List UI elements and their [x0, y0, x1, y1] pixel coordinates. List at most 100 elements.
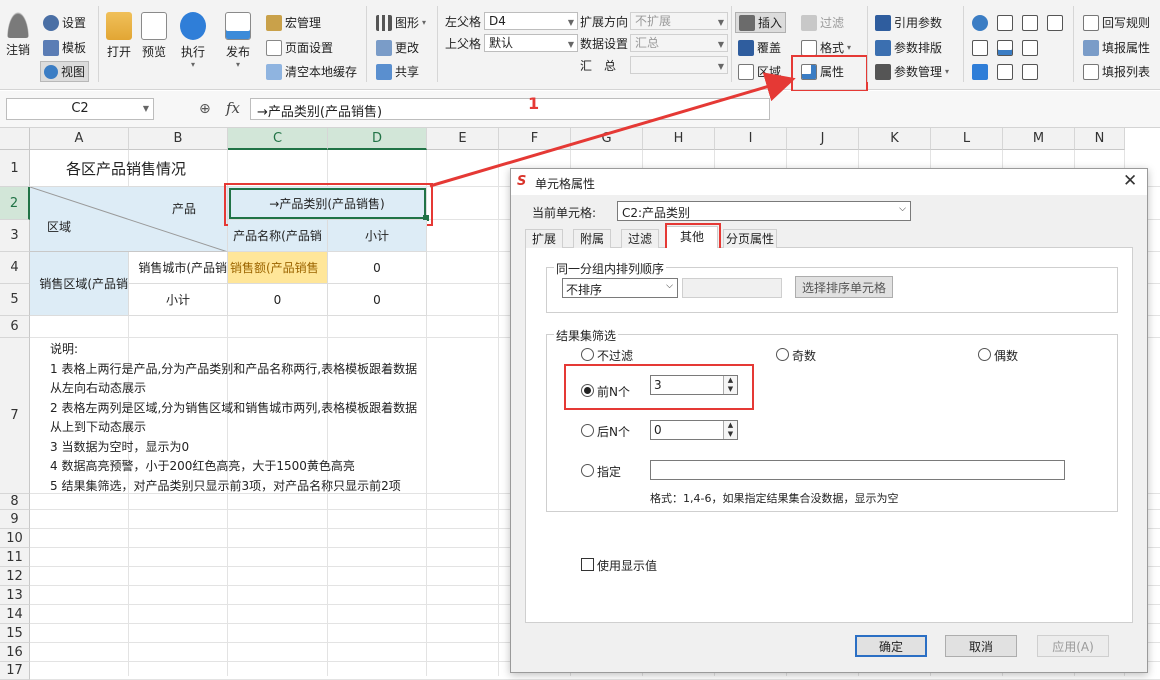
bubble-icon[interactable]: [972, 15, 988, 31]
formula-input[interactable]: →产品类别(产品销售): [250, 98, 770, 120]
column-header-l[interactable]: L: [931, 128, 1003, 150]
macro-button[interactable]: 宏管理: [266, 14, 321, 31]
text-widget-icon[interactable]: [1022, 64, 1038, 80]
radio-no-filter[interactable]: [581, 348, 594, 361]
row-header-16[interactable]: 16: [0, 643, 30, 662]
param-layout-button[interactable]: 参数排版: [875, 39, 942, 56]
row-header-14[interactable]: 14: [0, 605, 30, 624]
sort-order-select[interactable]: 不排序 ⌵: [562, 278, 678, 298]
settings-button[interactable]: 设置: [43, 14, 86, 31]
column-header-b[interactable]: B: [129, 128, 228, 150]
row-header-12[interactable]: 12: [0, 567, 30, 586]
tab-expand[interactable]: 扩展: [525, 229, 563, 248]
view-button[interactable]: 视图: [40, 61, 90, 82]
cell-c4[interactable]: 销售额(产品销售: [228, 252, 328, 284]
row-header-17[interactable]: 17: [0, 662, 30, 680]
specify-input[interactable]: [650, 460, 1065, 480]
column-header-e[interactable]: E: [427, 128, 499, 150]
fx-icon[interactable]: fx: [226, 99, 240, 117]
ok-button[interactable]: 确定: [855, 635, 927, 657]
checkbox-widget-icon[interactable]: [972, 64, 988, 80]
row-header-4[interactable]: 4: [0, 252, 30, 284]
data-setting-select[interactable]: 汇总 ▼: [630, 34, 728, 52]
column-header-a[interactable]: A: [30, 128, 129, 150]
cell-c3[interactable]: 产品名称(产品销: [228, 220, 328, 252]
link-widget-icon[interactable]: [997, 64, 1013, 80]
select-all-corner[interactable]: [0, 128, 30, 150]
logout-button[interactable]: 注销: [6, 12, 30, 58]
select-sort-cell-button[interactable]: 选择排序单元格: [795, 276, 893, 298]
cell-c5[interactable]: 0: [228, 284, 328, 316]
row-header-2[interactable]: 2: [0, 187, 30, 220]
row-header-11[interactable]: 11: [0, 548, 30, 567]
column-header-f[interactable]: F: [499, 128, 571, 150]
cell-reference-box[interactable]: C2 ▼: [6, 98, 154, 120]
date-widget-icon[interactable]: [1047, 15, 1063, 31]
publish-button[interactable]: 发布 ▾: [225, 12, 251, 69]
share-button[interactable]: 共享: [376, 63, 419, 80]
multiline-widget-icon[interactable]: [1022, 15, 1038, 31]
corner-header-cell[interactable]: 产品 区域: [30, 187, 228, 252]
cell-b5[interactable]: 小计: [129, 284, 228, 316]
column-header-c[interactable]: C: [228, 128, 328, 150]
row-header-6[interactable]: 6: [0, 316, 30, 338]
clear-cache-button[interactable]: 清空本地缓存: [266, 63, 357, 80]
open-button[interactable]: 打开: [106, 12, 132, 60]
column-header-g[interactable]: G: [571, 128, 643, 150]
row-header-8[interactable]: 8: [0, 494, 30, 510]
tab-attach[interactable]: 附属: [573, 229, 611, 248]
current-cell-select[interactable]: C2:产品类别 ⌵: [617, 201, 911, 221]
cell-b4[interactable]: 销售城市(产品销: [129, 252, 228, 284]
cell-d4[interactable]: 0: [328, 252, 427, 284]
fill-prop-button[interactable]: 填报属性: [1083, 39, 1150, 56]
spinner-arrows-icon[interactable]: ▲ ▼: [723, 421, 737, 439]
summary-select[interactable]: ▼: [630, 56, 728, 74]
row-header-15[interactable]: 15: [0, 624, 30, 643]
tree-widget-icon[interactable]: [997, 40, 1013, 56]
radio-even[interactable]: [978, 348, 991, 361]
insert-button[interactable]: 插入: [735, 12, 787, 33]
expand-direction-select[interactable]: 不扩展 ▼: [630, 12, 728, 30]
change-button[interactable]: 更改: [376, 39, 419, 56]
close-icon[interactable]: ✕: [1123, 171, 1137, 191]
row-header-1[interactable]: 1: [0, 150, 30, 187]
dropdown-widget-icon[interactable]: [997, 15, 1013, 31]
cancel-button[interactable]: 取消: [945, 635, 1017, 657]
format-button[interactable]: 格式 ▾: [801, 39, 851, 56]
chart-button[interactable]: 图形 ▾: [376, 14, 426, 31]
page-setup-button[interactable]: 页面设置: [266, 39, 333, 56]
row-header-3[interactable]: 3: [0, 220, 30, 252]
column-header-n[interactable]: N: [1075, 128, 1125, 150]
zoom-search-icon[interactable]: ⊕: [199, 101, 211, 117]
report-title[interactable]: 各区产品销售情况: [30, 150, 228, 187]
sort-cell-input[interactable]: [682, 278, 782, 298]
row-header-9[interactable]: 9: [0, 510, 30, 529]
cell-d3[interactable]: 小计: [328, 220, 427, 252]
fill-list-button[interactable]: 填报列表: [1083, 63, 1150, 80]
column-header-d[interactable]: D: [328, 128, 427, 150]
row-header-13[interactable]: 13: [0, 586, 30, 605]
column-header-i[interactable]: I: [715, 128, 787, 150]
notes-block[interactable]: 说明: 1 表格上两行是产品,分为产品类别和产品名称两行,表格模板跟着数据 从左…: [50, 340, 430, 496]
left-parent-select[interactable]: D4 ▼: [484, 12, 578, 30]
writeback-button[interactable]: 回写规则: [1083, 14, 1150, 31]
column-header-k[interactable]: K: [859, 128, 931, 150]
use-display-value-checkbox[interactable]: [581, 558, 594, 571]
top-parent-select[interactable]: 默认 ▼: [484, 34, 578, 52]
cover-button[interactable]: 覆盖: [738, 39, 781, 56]
tab-paging[interactable]: 分页属性: [723, 229, 777, 248]
row-header-5[interactable]: 5: [0, 284, 30, 316]
list-widget-icon[interactable]: [972, 40, 988, 56]
column-header-j[interactable]: J: [787, 128, 859, 150]
radio-bottom-n[interactable]: [581, 424, 594, 437]
run-button[interactable]: 执行 ▾: [180, 12, 206, 69]
column-header-h[interactable]: H: [643, 128, 715, 150]
bottom-n-spinner[interactable]: 0 ▲ ▼: [650, 420, 738, 440]
preview-button[interactable]: 预览: [141, 12, 167, 60]
column-header-m[interactable]: M: [1003, 128, 1075, 150]
radio-specify[interactable]: [581, 464, 594, 477]
cell-a4[interactable]: 销售区域(产品销: [30, 252, 129, 316]
filter-button[interactable]: 过滤: [801, 14, 844, 31]
radio-odd[interactable]: [776, 348, 789, 361]
ref-param-button[interactable]: 引用参数: [875, 14, 942, 31]
